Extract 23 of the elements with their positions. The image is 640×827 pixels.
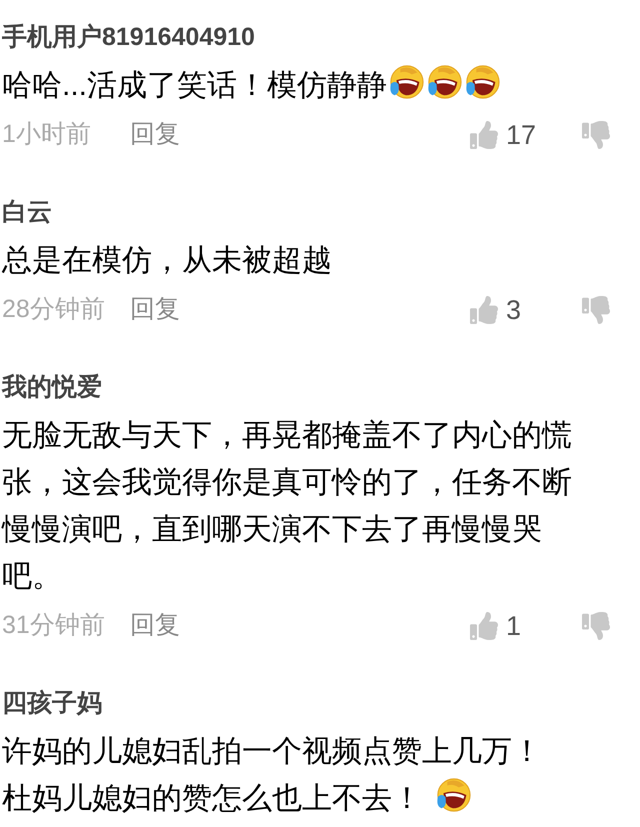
reply-button[interactable]: 回复: [130, 607, 180, 645]
thumbs-down-icon[interactable]: [582, 612, 610, 640]
thumbs-down-icon[interactable]: [582, 296, 610, 324]
thumbs-down-icon[interactable]: [582, 121, 610, 149]
thumbs-up-icon[interactable]: [470, 612, 498, 640]
comment-text: 哈哈...活成了笑话！模仿静静: [0, 62, 585, 109]
like-count: 17: [506, 118, 538, 152]
like-count: 3: [506, 294, 522, 327]
username: 手机用户81916404910: [1, 22, 256, 53]
thumbs-up-icon[interactable]: [470, 121, 498, 149]
username: 白云: [1, 197, 53, 228]
comment-text: 许妈的儿媳妇乱拍一个视频点赞上几万！ 杜妈儿媳妇的赞怎么也上不去！: [1, 734, 543, 817]
like-count: 1: [506, 610, 522, 643]
reply-button[interactable]: 回复: [130, 116, 180, 154]
comment-text: 总是在模仿，从未被超越: [0, 243, 333, 279]
username: 四孩子妈: [1, 688, 103, 719]
timestamp: 1小时前: [1, 119, 92, 150]
thumbs-up-icon[interactable]: [470, 296, 498, 324]
timestamp: 28分钟前: [1, 294, 106, 326]
timestamp: 31分钟前: [1, 610, 106, 642]
reply-button[interactable]: 回复: [130, 291, 180, 329]
username: 我的悦爱: [0, 372, 103, 403]
comment-text: 无脸无敌与天下，再晃都掩盖不了内心的慌张，这会我觉得你是真可怜的了，任务不断慢慢演吧，直到哪天演不下去了再慢慢哭吧。: [0, 418, 573, 595]
